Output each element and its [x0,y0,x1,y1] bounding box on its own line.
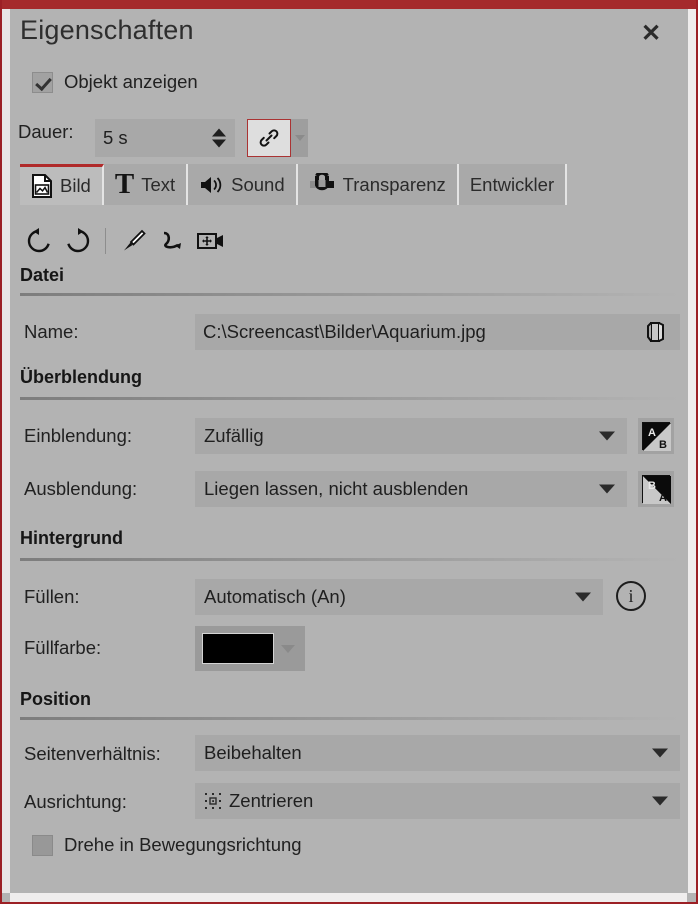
section-rule-position [20,717,680,720]
link-duration-button[interactable] [247,119,291,157]
page-title: Eigenschaften [20,15,194,45]
toolbar-separator [105,228,106,254]
fade-out-select[interactable]: Liegen lassen, nicht ausblenden [195,471,627,507]
curve-path-icon[interactable] [155,224,189,258]
fade-out-value: Liegen lassen, nicht ausblenden [204,478,469,499]
vertical-scrollbar[interactable] [687,9,696,893]
fade-out-preview-button[interactable]: B A [638,471,674,507]
chevron-down-icon [599,431,615,441]
chevron-down-icon [281,644,295,653]
alignment-value: Zentrieren [229,790,314,811]
text-t-icon: T [114,168,135,200]
fade-in-label: Einblendung: [24,425,133,446]
rotate-with-motion-label: Drehe in Bewegungsrichtung [64,834,302,855]
dialog-content: Eigenschaften ✕ Objekt anzeigen Dauer: 5… [10,9,688,893]
fill-select[interactable]: Automatisch (An) [195,579,603,615]
aspect-ratio-value: Beibehalten [204,742,302,763]
fill-color-swatch [202,633,274,664]
file-name-value: C:\Screencast\Bilder\Aquarium.jpg [203,321,486,342]
tab-bild[interactable]: Bild [20,164,104,205]
svg-text:A: A [659,492,667,504]
rotate-left-icon[interactable] [22,224,56,258]
fade-in-select[interactable]: Zufällig [195,418,627,454]
rotate-right-icon[interactable] [61,224,95,258]
tab-transparenz-label: Transparenz [342,173,446,195]
aspect-ratio-select[interactable]: Beibehalten [195,735,680,771]
show-object-checkbox[interactable] [32,71,53,93]
chevron-down-icon [599,484,615,494]
section-rule-datei [20,293,680,296]
alignment-label: Ausrichtung: [24,791,127,812]
brush-icon[interactable] [116,224,150,258]
section-title-hintergrund: Hintergrund [20,528,123,548]
duration-row: Dauer: [18,121,74,143]
title-accent-bar [0,0,698,9]
section-rule-ueberblendung [20,397,680,400]
tab-sound-label: Sound [231,173,285,195]
spin-down-icon[interactable] [212,139,226,148]
spin-up-icon[interactable] [212,128,226,137]
fade-out-label: Ausblendung: [24,478,138,499]
chevron-down-icon [294,135,305,141]
tab-bar: Bild T Text Sound Transparenz Entwickler [20,164,568,205]
file-name-label: Name: [24,321,79,342]
svg-text:B: B [648,480,656,492]
duration-stepper[interactable]: 5 s [95,119,235,157]
chevron-down-icon [575,592,591,602]
tab-text-label: Text [141,173,176,195]
image-file-icon [32,174,52,198]
show-object-row: Objekt anzeigen [32,71,198,93]
rotate-with-motion-checkbox[interactable] [32,834,53,856]
info-glyph: i [628,585,634,606]
properties-dialog: Eigenschaften ✕ Objekt anzeigen Dauer: 5… [0,0,698,904]
tab-sound[interactable]: Sound [188,164,298,205]
info-icon[interactable]: i [616,581,646,611]
fill-value: Automatisch (An) [204,586,346,607]
bottom-edge-strip [10,893,687,902]
tab-text[interactable]: T Text [103,164,189,205]
chevron-down-icon [652,796,668,806]
center-align-grid-icon [204,792,222,810]
section-rule-hintergrund [20,558,680,561]
tab-transparenz[interactable]: Transparenz [297,164,459,205]
fill-label: Füllen: [24,586,80,607]
duration-value: 5 s [103,127,128,148]
aspect-ratio-label: Seitenverhältnis: [24,743,161,764]
duration-label: Dauer: [18,121,74,142]
alignment-select[interactable]: Zentrieren [195,783,680,819]
svg-text:B: B [659,439,667,451]
speaker-icon [201,176,222,193]
camera-move-icon[interactable] [194,224,228,258]
svg-text:A: A [648,427,656,439]
transition-a-to-b-icon: A B [642,422,671,451]
tab-bild-label: Bild [60,175,91,196]
show-object-label: Objekt anzeigen [64,71,198,92]
section-title-ueberblendung: Überblendung [20,367,142,387]
close-icon[interactable]: ✕ [638,22,664,49]
left-edge-strip [2,9,10,893]
fill-color-picker[interactable] [195,626,305,671]
tab-entwickler-label: Entwickler [469,173,555,195]
duration-spin-arrows[interactable] [212,128,226,148]
fill-color-label: Füllfarbe: [24,637,102,658]
file-name-field[interactable]: C:\Screencast\Bilder\Aquarium.jpg [195,314,680,350]
link-duration-dropdown[interactable] [291,119,308,157]
section-title-position: Position [20,689,91,709]
image-tool-bar [22,221,228,261]
open-folder-icon[interactable] [644,317,672,347]
chevron-down-icon [652,748,668,758]
section-title-datei: Datei [20,265,65,285]
transition-b-to-a-icon: B A [642,475,671,504]
fade-in-preview-button[interactable]: A B [638,418,674,454]
link-chain-icon [259,129,279,147]
dialog-titlebar: Eigenschaften ✕ [10,9,688,59]
magnet-icon [309,173,334,191]
fade-in-value: Zufällig [204,425,264,446]
rotate-with-motion-row: Drehe in Bewegungsrichtung [32,834,302,856]
tab-entwickler[interactable]: Entwickler [458,164,568,205]
